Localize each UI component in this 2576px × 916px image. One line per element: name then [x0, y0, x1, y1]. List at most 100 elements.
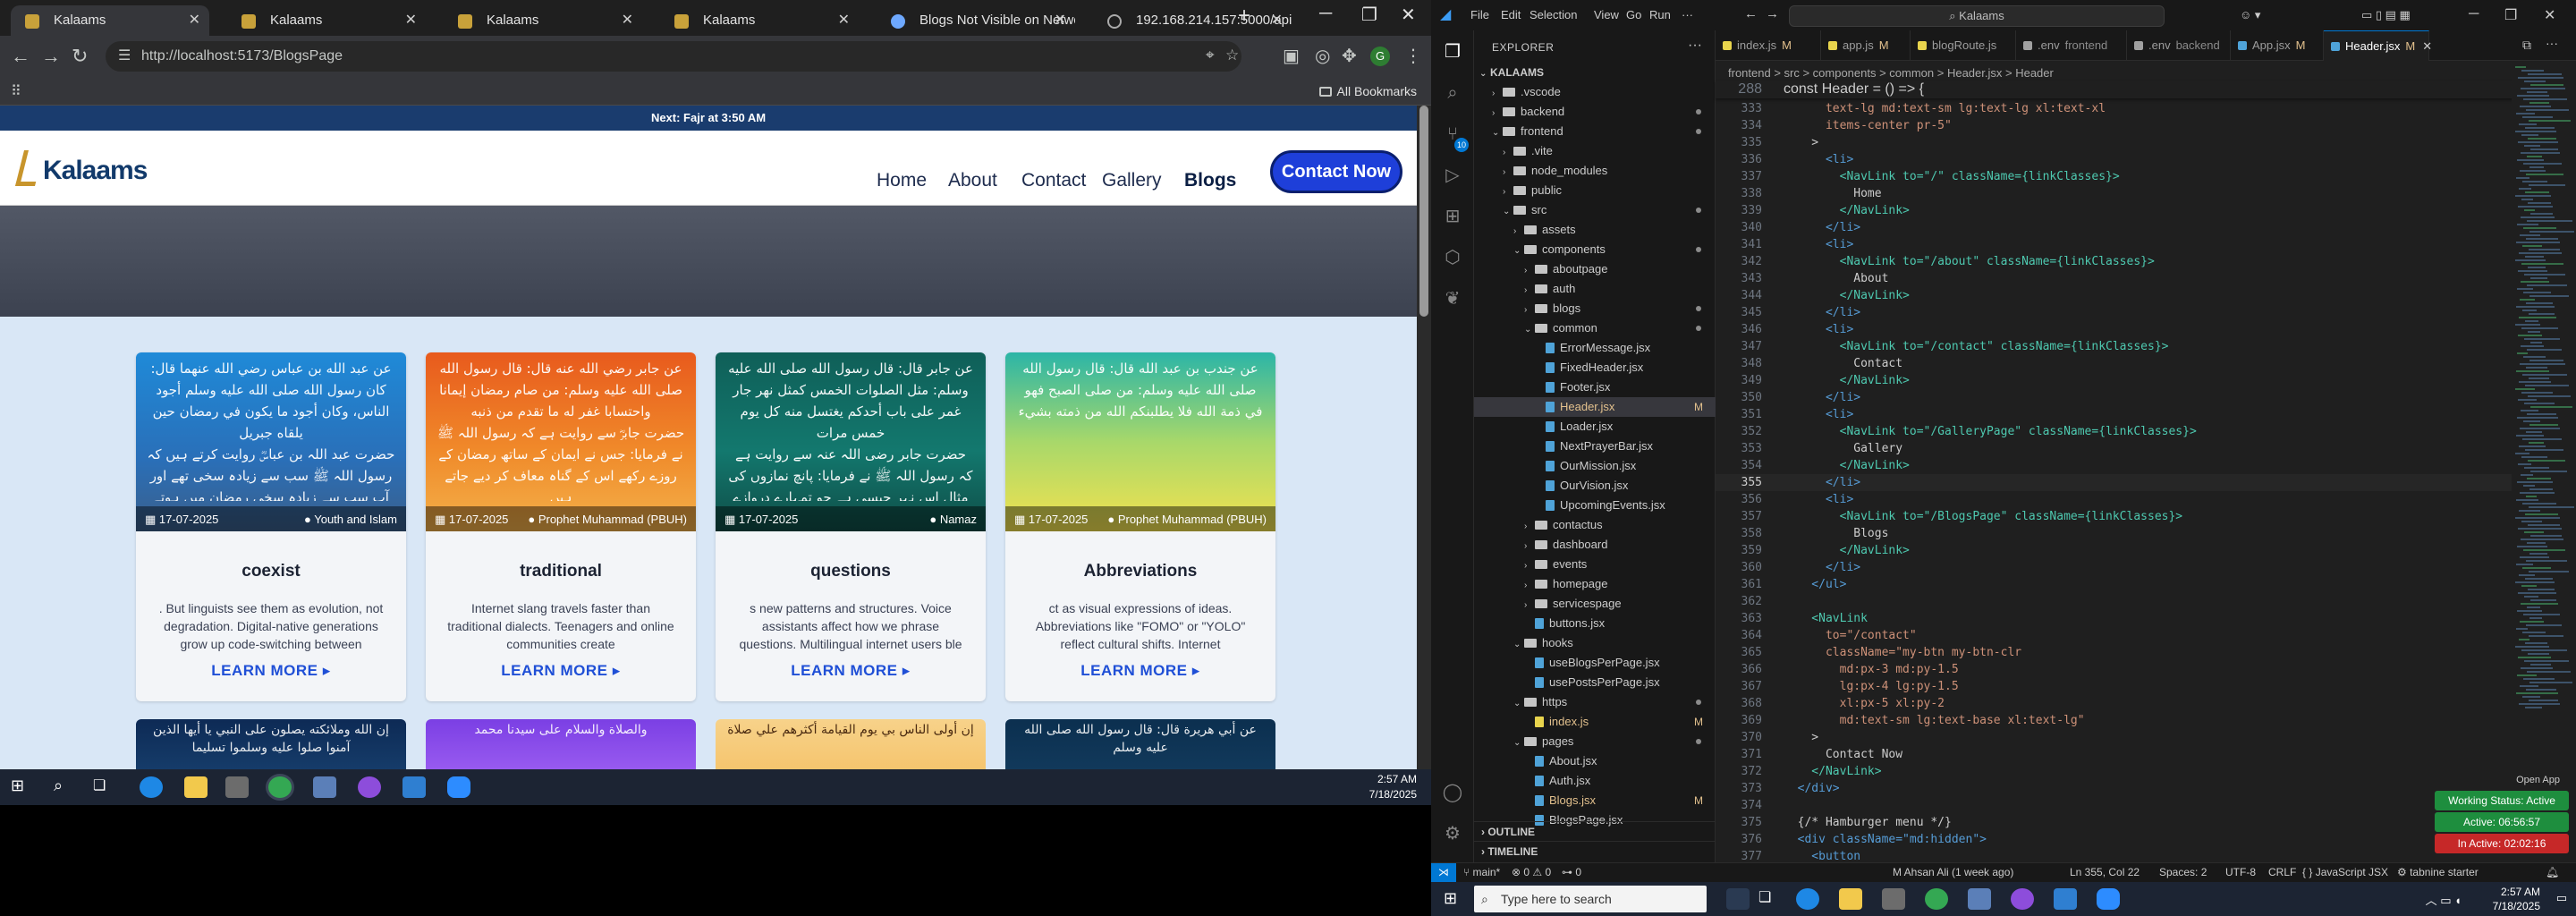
search-icon[interactable]: ⌕ [1442, 82, 1463, 104]
code-line[interactable]: 350 </li> [1716, 389, 2512, 406]
tree-folder[interactable]: › homepage [1474, 574, 1716, 594]
indentation[interactable]: Spaces: 2 [2159, 863, 2207, 882]
line-endings[interactable]: CRLF [2268, 863, 2296, 882]
code-line[interactable]: 360 </li> [1716, 559, 2512, 576]
menu-file[interactable]: File [1470, 8, 1489, 21]
open-app-link[interactable]: Open App [2516, 775, 2560, 785]
tree-folder[interactable]: ⌄ components [1474, 240, 1716, 259]
tree-folder[interactable]: › .vscode [1474, 82, 1716, 102]
tree-file[interactable]: About.jsx [1474, 751, 1716, 771]
tree-file[interactable]: ErrorMessage.jsx [1474, 338, 1716, 358]
code-line[interactable]: 357 <NavLink to="/BlogsPage" className={… [1716, 508, 2512, 525]
maximize-icon[interactable]: ❐ [2504, 6, 2517, 24]
language-mode[interactable]: { } JavaScript JSX [2302, 863, 2388, 882]
menu-view[interactable]: View [1594, 8, 1619, 21]
zoom-icon[interactable] [2097, 888, 2120, 910]
new-tab-button[interactable]: + [1238, 4, 1250, 29]
taskbar-search[interactable]: ⌕ Type here to search [1474, 886, 1707, 912]
command-center[interactable]: ⌕ Kalaams [1789, 5, 2165, 27]
site-info-icon[interactable]: ☰ [118, 47, 131, 64]
code-line[interactable]: 358 Blogs [1716, 525, 2512, 542]
code-line[interactable]: 333 text-lg md:text-sm lg:text-lg xl:tex… [1716, 100, 2512, 117]
tree-file[interactable]: index.js M [1474, 712, 1716, 732]
tree-folder[interactable]: › backend [1474, 102, 1716, 122]
tree-folder[interactable]: › contactus [1474, 515, 1716, 535]
code-line[interactable]: 374 [1716, 797, 2512, 814]
code-line[interactable]: 344 </NavLink> [1716, 287, 2512, 304]
blog-card[interactable]: عن جابر رضي الله عنه قال: قال رسول الله … [426, 352, 696, 701]
tab-close-icon[interactable]: ✕ [1055, 5, 1066, 36]
location-icon[interactable]: ⌖ [1206, 47, 1215, 64]
editor-tab[interactable]: blogRoute.js [1911, 30, 2016, 61]
nav-contact[interactable]: Contact [1021, 170, 1086, 191]
menu-run[interactable]: Run [1649, 8, 1671, 21]
code-line[interactable]: 369 md:text-sm lg:text-base xl:text-lg" [1716, 712, 2512, 729]
scrollbar-thumb[interactable] [1419, 106, 1428, 317]
code-line[interactable]: 349 </NavLink> [1716, 372, 2512, 389]
all-bookmarks-button[interactable]: All Bookmarks [1318, 84, 1417, 98]
browser-tab[interactable]: Kalaams ✕ [660, 5, 859, 36]
tab-close-icon[interactable]: ✕ [2422, 39, 2432, 53]
tree-folder[interactable]: ⌄ pages [1474, 732, 1716, 751]
system-tray-icons[interactable]: ︿ ▭ ◖ [2426, 891, 2462, 908]
vscode-icon[interactable] [402, 776, 426, 798]
github-icon[interactable] [2011, 888, 2034, 910]
code-line[interactable]: 341 <li> [1716, 236, 2512, 253]
code-line[interactable]: 371 Contact Now [1716, 746, 2512, 763]
code-line[interactable]: 355 </li> [1716, 474, 2512, 491]
code-line[interactable]: 334 items-center pr-5" [1716, 117, 2512, 134]
tree-file[interactable]: Blogs.jsx M [1474, 791, 1716, 810]
browser-tab[interactable]: Kalaams ✕ [227, 5, 426, 36]
edge-icon[interactable] [1796, 888, 1819, 910]
blog-card[interactable]: إن الله وملائكته يصلون على النبي يا أيها… [136, 719, 406, 769]
code-line[interactable]: 353 Gallery [1716, 440, 2512, 457]
learn-more-link[interactable]: LEARN MORE ▸ [716, 662, 986, 680]
editor-more-icon[interactable]: ··· [2546, 36, 2558, 50]
minimap[interactable] [2512, 61, 2576, 862]
search-icon[interactable]: ⌕ [54, 776, 77, 798]
nav-gallery[interactable]: Gallery [1102, 170, 1162, 191]
code-line[interactable]: 361 </ul> [1716, 576, 2512, 593]
blog-card[interactable]: عن عبد الله بن عباس رضي الله عنهما قال: … [136, 352, 406, 701]
blog-card[interactable]: والصلاة والسلام على سيدنا محمد [426, 719, 696, 769]
editor-tab[interactable]: .env frontend [2016, 30, 2127, 61]
code-line[interactable]: 373 </div> [1716, 780, 2512, 797]
maximize-icon[interactable]: ❐ [1361, 4, 1377, 26]
tree-file[interactable]: Header.jsx M [1474, 397, 1716, 417]
editor-tab[interactable]: index.js M [1716, 30, 1821, 61]
explorer-icon[interactable]: ❐ [1442, 41, 1463, 63]
code-line[interactable]: 376 <div className="md:hidden"> [1716, 831, 2512, 848]
task-view-icon[interactable]: ❏ [1758, 888, 1782, 910]
learn-more-link[interactable]: LEARN MORE ▸ [136, 662, 406, 680]
vscode-icon[interactable] [2054, 888, 2077, 910]
task-view-icon[interactable]: ❏ [93, 776, 116, 798]
code-line[interactable]: 375 {/* Hamburger menu */} [1716, 814, 2512, 831]
minimize-icon[interactable]: ─ [2469, 6, 2479, 22]
tree-folder[interactable]: ⌄ KALAAMS [1474, 63, 1716, 82]
tree-folder[interactable]: › assets [1474, 220, 1716, 240]
learn-more-link[interactable]: LEARN MORE ▸ [1005, 662, 1275, 680]
blog-card[interactable]: عن جابر قال: قال رسول الله صلى الله عليه… [716, 352, 986, 701]
encoding[interactable]: UTF-8 [2225, 863, 2256, 882]
code-line[interactable]: 340 </li> [1716, 219, 2512, 236]
close-window-icon[interactable]: ✕ [1401, 4, 1416, 26]
code-line[interactable]: 356 <li> [1716, 491, 2512, 508]
notifications-bell-icon[interactable]: 🔔︎ [2546, 863, 2559, 882]
start-icon[interactable]: ⊞ [11, 776, 34, 798]
start-icon[interactable]: ⊞ [1444, 889, 1457, 908]
file-explorer-icon[interactable] [184, 776, 208, 798]
tree-file[interactable]: Footer.jsx [1474, 377, 1716, 397]
tab-close-icon[interactable]: ✕ [622, 5, 633, 36]
code-line[interactable]: 348 Contact [1716, 355, 2512, 372]
tree-folder[interactable]: › .vite [1474, 141, 1716, 161]
code-line[interactable]: 365 className="my-btn my-btn-clr [1716, 644, 2512, 661]
card-title[interactable]: coexist [136, 562, 406, 581]
code-line[interactable]: 339 </NavLink> [1716, 202, 2512, 219]
git-blame[interactable]: M Ahsan Ali (1 week ago) [1893, 863, 2013, 882]
code-line[interactable]: 370 > [1716, 729, 2512, 746]
tree-folder[interactable]: › dashboard [1474, 535, 1716, 555]
page-scrollbar[interactable] [1417, 106, 1431, 769]
outline-section[interactable]: › OUTLINE [1474, 821, 1716, 841]
store-icon[interactable] [1882, 888, 1905, 910]
blog-card[interactable]: عن أبي هريرة قال: قال رسول الله صلى الله… [1005, 719, 1275, 769]
